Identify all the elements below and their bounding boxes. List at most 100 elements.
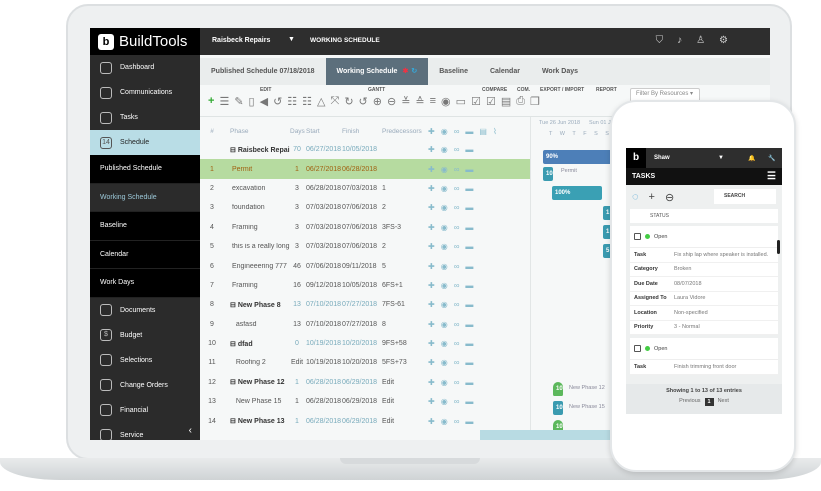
tab-work[interactable]: Work Days <box>531 58 589 85</box>
phase-cell[interactable]: ⊟ Raisbeck Repairs <box>224 146 290 154</box>
add-icon[interactable]: ✚ <box>428 203 435 212</box>
eye-icon[interactable]: ◉ <box>441 339 448 348</box>
redo-icon[interactable]: ↻ <box>344 95 353 108</box>
refresh-icon[interactable]: ↻ <box>411 68 417 75</box>
phase-cell[interactable]: foundation <box>224 204 290 211</box>
phase-cell[interactable]: Roofing 2 <box>224 359 290 366</box>
finish-cell[interactable]: 07/03/2018 <box>342 185 380 192</box>
link-icon[interactable]: ∞ <box>454 203 460 212</box>
comment-icon[interactable]: ▬ <box>465 417 473 426</box>
gear-icon[interactable]: ⚙ <box>719 35 728 46</box>
tab-calendar[interactable]: Calendar <box>479 58 531 85</box>
link-icon[interactable]: ∞ <box>454 223 460 232</box>
collapse-icon[interactable]: ⤧ <box>331 95 340 108</box>
sidebar-item-documents[interactable]: Documents <box>90 298 200 323</box>
eye-icon[interactable]: ◉ <box>441 358 448 367</box>
finish-cell[interactable]: 07/06/2018 <box>342 224 380 231</box>
eye-icon[interactable]: ◉ <box>441 127 448 136</box>
days-cell[interactable]: Edit <box>290 359 304 366</box>
tab-baseline[interactable]: Baseline <box>428 58 479 85</box>
refresh-icon[interactable]: ◌ <box>632 191 639 203</box>
collapse-all-icon[interactable]: ≙ <box>415 95 424 108</box>
link-icon[interactable]: ∞ <box>454 127 460 136</box>
phase-cell[interactable]: Engineeering 777 <box>224 263 290 270</box>
comment-icon[interactable]: ▬ <box>465 165 473 174</box>
finish-cell[interactable]: 10/20/2018 <box>342 340 380 347</box>
eye-icon[interactable]: ◉ <box>441 300 448 309</box>
sidebar-subitem[interactable]: Calendar <box>90 240 200 269</box>
add-icon[interactable]: ✚ <box>428 145 435 154</box>
tab-published[interactable]: Published Schedule 07/18/2018 <box>200 58 326 85</box>
sidebar-subitem[interactable]: Baseline <box>90 212 200 241</box>
delete-icon[interactable]: ▯ <box>249 95 255 108</box>
export-icon[interactable]: ☑ <box>471 95 481 108</box>
logo-icon[interactable]: b <box>626 148 646 168</box>
user-selector[interactable]: Shaw <box>654 155 670 161</box>
gantt-bar[interactable]: 10 <box>553 382 563 396</box>
predecessors-cell[interactable]: 3FS-3 <box>380 224 428 231</box>
predecessors-cell[interactable]: 5 <box>380 263 428 270</box>
days-cell[interactable]: 13 <box>290 321 304 328</box>
comment-icon[interactable]: ▬ <box>465 281 473 290</box>
finish-cell[interactable]: 07/27/2018 <box>342 301 380 308</box>
column-header[interactable]: # <box>200 128 224 135</box>
start-cell[interactable]: 07/10/2018 <box>304 321 342 328</box>
shield-icon[interactable]: ⛉ <box>656 35 664 46</box>
pdf-icon[interactable]: ▤ <box>501 95 511 108</box>
eye-icon[interactable]: ◉ <box>441 417 448 426</box>
tab-working[interactable]: Working Schedule ✱ ↻ <box>325 58 429 85</box>
start-cell[interactable]: 06/28/2018 <box>304 379 342 386</box>
column-header[interactable]: Days <box>290 128 305 135</box>
start-cell[interactable]: 06/27/2018 <box>304 166 342 173</box>
column-header[interactable]: Predecessors <box>380 128 428 135</box>
start-cell[interactable]: 06/28/2018 <box>304 398 342 405</box>
compare-list-icon[interactable]: ≡ <box>430 95 436 108</box>
start-cell[interactable]: 07/06/2018 <box>304 263 342 270</box>
table-row[interactable]: 13 New Phase 15 1 06/28/2018 06/29/2018 Edit… <box>200 392 530 411</box>
add-icon[interactable]: ✚ <box>428 184 435 193</box>
table-row[interactable]: 3 foundation 3 07/03/2018 07/06/2018 2 ✚ ◉ ∞ ▬ <box>200 198 530 217</box>
expand-all-icon[interactable]: ≚ <box>401 95 410 108</box>
link-icon[interactable]: ∞ <box>454 378 460 387</box>
days-cell[interactable]: 3 <box>290 185 304 192</box>
undo-icon[interactable]: ↺ <box>273 95 282 108</box>
add-icon[interactable]: ✚ <box>428 320 435 329</box>
days-cell[interactable]: 16 <box>290 282 304 289</box>
link-icon[interactable]: ∞ <box>454 262 460 271</box>
sidebar-item-service[interactable]: Service <box>90 423 200 440</box>
phase-cell[interactable]: Framing <box>224 282 290 289</box>
eye-icon[interactable]: ◉ <box>441 281 448 290</box>
table-row[interactable]: ⊟ Raisbeck Repairs7006/27/201810/05/2018… <box>200 140 530 159</box>
predecessors-cell[interactable]: 5FS+73 <box>380 359 428 366</box>
add-icon[interactable]: + <box>649 191 655 203</box>
column-header[interactable]: Phase <box>224 128 290 135</box>
start-cell[interactable]: 07/03/2018 <box>304 224 342 231</box>
menu-icon[interactable]: ☰ <box>767 171 776 182</box>
add-icon[interactable]: ✚ <box>428 127 435 136</box>
predecessors-cell[interactable]: 1 <box>380 185 428 192</box>
remove-icon[interactable]: ⊖ <box>665 191 674 204</box>
announce-icon[interactable]: ◀ <box>260 95 268 108</box>
predecessors-cell[interactable]: 2 <box>380 243 428 250</box>
start-cell[interactable]: 09/12/2018 <box>304 282 342 289</box>
checkbox[interactable] <box>634 345 641 352</box>
days-cell[interactable]: 1 <box>290 398 304 405</box>
finish-cell[interactable]: 07/06/2018 <box>342 204 380 211</box>
comment-icon[interactable]: ▬ <box>465 184 473 193</box>
add-icon[interactable]: ✚ <box>428 281 435 290</box>
start-cell[interactable]: 07/10/2018 <box>304 301 342 308</box>
days-cell[interactable]: 46 <box>290 263 304 270</box>
finish-cell[interactable]: 09/11/2018 <box>342 263 380 270</box>
collapse-toggle-icon[interactable]: ⊟ <box>230 379 238 386</box>
sidebar-item-dashboard[interactable]: Dashboard <box>90 55 200 80</box>
add-icon[interactable]: ✚ <box>428 378 435 387</box>
comment-icon[interactable]: ▬ <box>465 300 473 309</box>
days-cell[interactable]: 1 <box>290 379 304 386</box>
link-icon[interactable]: ∞ <box>454 417 460 426</box>
eye-icon[interactable]: ◉ <box>441 262 448 271</box>
previous-button[interactable]: Previous <box>679 398 700 406</box>
predecessors-cell[interactable]: 7FS-61 <box>380 301 428 308</box>
days-cell[interactable]: 3 <box>290 224 304 231</box>
eye-icon[interactable]: ◉ <box>441 184 448 193</box>
task-card[interactable]: Open Task Fix ship lap where speaker is in… <box>630 226 778 335</box>
